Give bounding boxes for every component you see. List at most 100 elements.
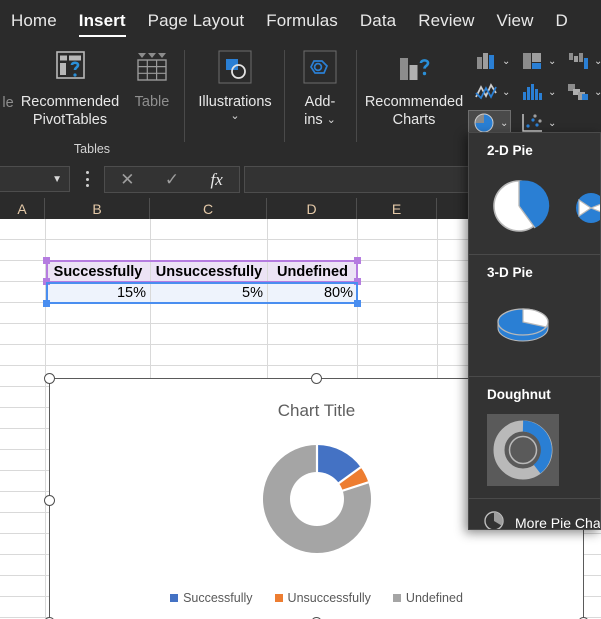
waterfall-chart-icon bbox=[565, 49, 591, 73]
more-pie-charts-label: More Pie Cha bbox=[515, 515, 601, 531]
insert-hierarchy-chart-button[interactable]: ⌄ bbox=[516, 48, 559, 74]
cell-b4[interactable]: 15% bbox=[46, 282, 150, 303]
recommended-charts-icon bbox=[390, 50, 438, 90]
gallery-row-doughnut bbox=[469, 408, 600, 498]
recommended-pivottables-label-line2: PivotTables bbox=[33, 111, 107, 129]
chevron-down-icon-statistic[interactable]: ⌄ bbox=[548, 87, 556, 98]
chevron-down-icon[interactable]: ⌄ bbox=[230, 111, 239, 122]
cell-d4[interactable]: 80% bbox=[268, 282, 357, 303]
illustrations-label: Illustrations bbox=[198, 93, 271, 111]
ribbon-group-label-tables: Tables bbox=[0, 142, 184, 156]
legend-swatch-unsuccessfully bbox=[275, 594, 283, 602]
chevron-down-icon-combo[interactable]: ⌄ bbox=[594, 87, 601, 98]
gallery-item-doughnut-chart[interactable] bbox=[487, 414, 559, 486]
addins-icon bbox=[299, 50, 341, 90]
chevron-down-icon-scatter[interactable]: ⌄ bbox=[548, 118, 556, 129]
gallery-item-pie-chart[interactable] bbox=[487, 170, 551, 242]
chevron-down-icon-waterfall[interactable]: ⌄ bbox=[594, 56, 601, 67]
gallery-row-3d-pie bbox=[469, 286, 600, 376]
formula-bar-more-icon[interactable] bbox=[80, 171, 94, 187]
cancel-button[interactable]: ✕ bbox=[105, 167, 150, 192]
insert-waterfall-chart-button[interactable]: ⌄ bbox=[562, 48, 601, 74]
pie-chart-gallery-dropdown[interactable]: 2-D Pie 3-D Pie bbox=[468, 132, 601, 530]
legend-swatch-successfully bbox=[170, 594, 178, 602]
gallery-section-title-2d-pie: 2-D Pie bbox=[469, 133, 600, 164]
chart-resize-handle-tl[interactable] bbox=[44, 373, 55, 384]
gallery-item-pie-of-pie-chart[interactable] bbox=[569, 170, 601, 242]
recommended-charts-button[interactable]: Recommended Charts bbox=[362, 50, 466, 129]
column-header-d[interactable]: D bbox=[267, 198, 357, 219]
tab-review[interactable]: Review bbox=[407, 0, 485, 42]
legend-label-undefined: Undefined bbox=[406, 591, 463, 605]
gallery-section-title-3d-pie: 3-D Pie bbox=[469, 255, 600, 286]
legend-item-undefined[interactable]: Undefined bbox=[393, 591, 463, 605]
insert-column-bar-chart-button[interactable]: ⌄ bbox=[470, 48, 513, 74]
doughnut-chart-plot[interactable] bbox=[257, 439, 377, 559]
chevron-down-icon-pie[interactable]: ⌄ bbox=[500, 118, 508, 129]
illustrations-button[interactable]: Illustrations ⌄ bbox=[192, 50, 278, 122]
addins-label-line1: Add- bbox=[305, 93, 336, 111]
hierarchy-chart-icon bbox=[519, 49, 545, 73]
table-icon bbox=[130, 50, 174, 90]
statistic-chart-icon bbox=[519, 80, 545, 104]
ribbon-divider-2 bbox=[284, 50, 285, 142]
legend-label-unsuccessfully: Unsuccessfully bbox=[288, 591, 371, 605]
cell-c3[interactable]: Unsuccessfully bbox=[151, 261, 267, 282]
table-partial-label: le bbox=[2, 94, 13, 112]
ribbon-divider-3 bbox=[356, 50, 357, 142]
legend-item-successfully[interactable]: Successfully bbox=[170, 591, 252, 605]
cell-c4[interactable]: 5% bbox=[151, 282, 267, 303]
chart-legend: Successfully Unsuccessfully Undefined bbox=[50, 591, 583, 605]
insert-function-button[interactable]: fx bbox=[194, 167, 239, 192]
tab-view[interactable]: View bbox=[486, 0, 545, 42]
name-box[interactable]: ▼ bbox=[0, 166, 70, 192]
chevron-down-icon-column[interactable]: ⌄ bbox=[502, 56, 510, 67]
excel-window: Home Insert Page Layout Formulas Data Re… bbox=[0, 0, 601, 619]
tab-home[interactable]: Home bbox=[0, 0, 68, 42]
chevron-down-icon-namebox[interactable]: ▼ bbox=[52, 174, 62, 185]
tab-page-layout[interactable]: Page Layout bbox=[137, 0, 256, 42]
legend-swatch-undefined bbox=[393, 594, 401, 602]
chevron-down-icon-hierarchy[interactable]: ⌄ bbox=[548, 56, 556, 67]
tab-data[interactable]: Data bbox=[349, 0, 407, 42]
table-label: Table bbox=[135, 93, 170, 111]
more-pie-charts-rest: ore Pie Cha bbox=[527, 515, 601, 531]
recommended-charts-label-line2: Charts bbox=[393, 111, 436, 129]
gallery-row-2d-pie bbox=[469, 164, 600, 254]
tab-formulas[interactable]: Formulas bbox=[255, 0, 349, 42]
gallery-section-title-doughnut: Doughnut bbox=[469, 377, 600, 408]
tab-insert[interactable]: Insert bbox=[68, 0, 137, 42]
column-header-a[interactable]: A bbox=[0, 198, 45, 219]
combo-chart-icon bbox=[565, 80, 591, 104]
confirm-button[interactable]: ✓ bbox=[150, 167, 195, 192]
ribbon-group-tables: le Recommended PivotTables bbox=[0, 42, 184, 160]
table-button[interactable]: Table bbox=[124, 50, 180, 111]
column-header-e[interactable]: E bbox=[357, 198, 437, 219]
insert-statistic-chart-button[interactable]: ⌄ bbox=[516, 79, 559, 105]
addins-button[interactable]: Add- ins ⌄ bbox=[292, 50, 348, 129]
chart-resize-handle-tc[interactable] bbox=[311, 373, 322, 384]
recommended-charts-label-line1: Recommended bbox=[365, 93, 463, 111]
column-header-c[interactable]: C bbox=[150, 198, 267, 219]
recommended-pivottables-button[interactable]: Recommended PivotTables bbox=[18, 50, 122, 129]
cell-b3[interactable]: Successfully bbox=[46, 261, 150, 282]
legend-item-unsuccessfully[interactable]: Unsuccessfully bbox=[275, 591, 371, 605]
addins-label-line2: ins bbox=[304, 111, 323, 129]
chevron-down-icon-line[interactable]: ⌄ bbox=[502, 87, 510, 98]
column-header-b[interactable]: B bbox=[45, 198, 150, 219]
recommended-pivottables-icon bbox=[48, 50, 92, 90]
cell-d3[interactable]: Undefined bbox=[268, 261, 357, 282]
more-pie-charts-menu-item[interactable]: More Pie Cha bbox=[469, 499, 600, 530]
insert-line-chart-button[interactable]: ⌄ bbox=[470, 79, 513, 105]
ribbon-tabbar: Home Insert Page Layout Formulas Data Re… bbox=[0, 0, 601, 42]
chart-resize-handle-ml[interactable] bbox=[44, 495, 55, 506]
illustrations-icon bbox=[214, 50, 256, 90]
insert-combo-chart-button[interactable]: ⌄ bbox=[562, 79, 601, 105]
ribbon-divider-1 bbox=[184, 50, 185, 142]
chevron-down-icon-addins[interactable]: ⌄ bbox=[327, 115, 336, 126]
tab-developer[interactable]: D bbox=[545, 0, 579, 42]
gallery-item-pie-3d-chart[interactable] bbox=[487, 292, 559, 364]
legend-label-successfully: Successfully bbox=[183, 591, 252, 605]
more-pie-charts-mnemonic: M bbox=[515, 515, 527, 531]
more-pie-charts-icon bbox=[483, 510, 505, 530]
